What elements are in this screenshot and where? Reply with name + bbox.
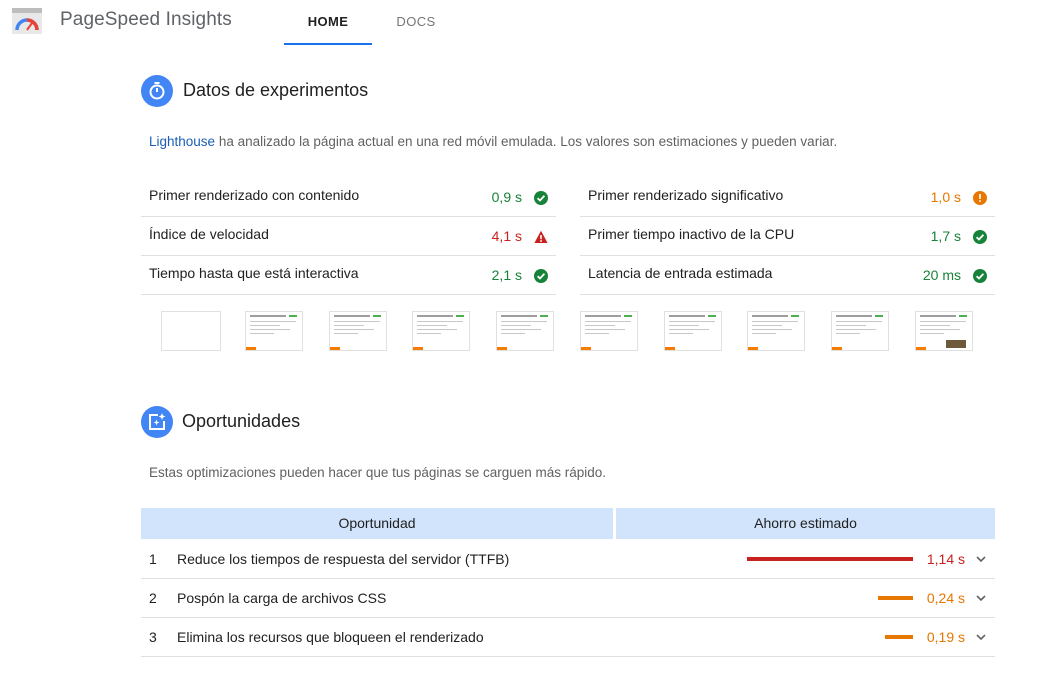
- filmstrip-frame: [329, 311, 387, 351]
- metric-label: Primer renderizado significativo: [588, 187, 784, 203]
- column-header-opportunity: Oportunidad: [141, 508, 613, 539]
- info-circle-icon: [973, 191, 987, 205]
- metric-label: Primer tiempo inactivo de la CPU: [588, 226, 795, 242]
- row-label: Pospón la carga de archivos CSS: [177, 590, 387, 606]
- savings-bar: [885, 635, 913, 639]
- metric-value: 20 ms: [922, 267, 961, 283]
- metric-label: Latencia de entrada estimada: [588, 265, 773, 281]
- filmstrip-frame: [915, 311, 973, 351]
- brand-title[interactable]: PageSpeed Insights: [60, 9, 232, 31]
- row-label: Elimina los recursos que bloqueen el ren…: [177, 629, 484, 645]
- top-bar: PageSpeed Insights HOME DOCS: [0, 0, 1054, 46]
- chevron-down-icon[interactable]: [975, 592, 987, 604]
- check-circle-icon: [534, 269, 548, 283]
- metric-value: 4,1 s: [491, 228, 522, 244]
- row-number: 3: [149, 629, 157, 645]
- filmstrip-frame: [496, 311, 554, 351]
- row-savings-value: 0,24 s: [926, 590, 965, 606]
- filmstrip-frame: [664, 311, 722, 351]
- check-circle-icon: [973, 230, 987, 244]
- metric-label: Índice de velocidad: [149, 226, 269, 242]
- active-tab-indicator: [284, 43, 372, 45]
- metric-value: 1,7 s: [930, 228, 961, 244]
- filmstrip-frame: [747, 311, 805, 351]
- opportunities-description: Estas optimizaciones pueden hacer que tu…: [149, 465, 607, 480]
- metric-value: 2,1 s: [491, 267, 522, 283]
- metric-fmp: Primer renderizado significativo 1,0 s: [580, 177, 995, 217]
- metric-fcp: Primer renderizado con contenido 0,9 s: [141, 177, 556, 217]
- tab-docs[interactable]: DOCS: [372, 14, 460, 29]
- metric-label: Tiempo hasta que está interactiva: [149, 265, 359, 281]
- opportunity-row-defer-css[interactable]: 2 Pospón la carga de archivos CSS 0,24 s: [141, 579, 995, 618]
- lab-section-title: Datos de experimentos: [183, 80, 369, 100]
- filmstrip-frame-blank: [161, 311, 221, 351]
- stopwatch-icon: [141, 75, 173, 107]
- metric-first-cpu-idle: Primer tiempo inactivo de la CPU 1,7 s: [580, 216, 995, 256]
- metric-tti: Tiempo hasta que está interactiva 2,1 s: [141, 255, 556, 295]
- lighthouse-link[interactable]: Lighthouse: [149, 134, 215, 149]
- filmstrip-frame: [580, 311, 638, 351]
- lab-description-text: ha analizado la página actual en una red…: [215, 134, 838, 149]
- opportunity-icon: [141, 406, 173, 438]
- filmstrip-frame: [831, 311, 889, 351]
- pagespeed-logo-icon: [12, 8, 42, 34]
- filmstrip-frame: [412, 311, 470, 351]
- row-label: Reduce los tiempos de respuesta del serv…: [177, 551, 510, 567]
- metric-input-latency: Latencia de entrada estimada 20 ms: [580, 255, 995, 295]
- row-number: 1: [149, 551, 157, 567]
- metric-speed-index: Índice de velocidad 4,1 s: [141, 216, 556, 256]
- warning-triangle-icon: [534, 230, 548, 243]
- row-number: 2: [149, 590, 157, 606]
- metric-value: 1,0 s: [930, 189, 961, 205]
- metric-value: 0,9 s: [491, 189, 522, 205]
- tab-home[interactable]: HOME: [284, 14, 372, 29]
- chevron-down-icon[interactable]: [975, 553, 987, 565]
- filmstrip-frame: [245, 311, 303, 351]
- opportunity-row-ttfb[interactable]: 1 Reduce los tiempos de respuesta del se…: [141, 540, 995, 579]
- metric-label: Primer renderizado con contenido: [149, 187, 360, 203]
- row-savings-value: 0,19 s: [926, 629, 965, 645]
- check-circle-icon: [973, 269, 987, 283]
- row-savings-value: 1,14 s: [926, 551, 965, 567]
- column-header-savings: Ahorro estimado: [616, 508, 995, 539]
- savings-bar: [747, 557, 913, 561]
- chevron-down-icon[interactable]: [975, 631, 987, 643]
- lab-description: Lighthouse ha analizado la página actual…: [149, 134, 837, 149]
- check-circle-icon: [534, 191, 548, 205]
- savings-bar: [878, 596, 913, 600]
- opportunities-section-title: Oportunidades: [182, 411, 301, 431]
- opportunity-row-render-blocking[interactable]: 3 Elimina los recursos que bloqueen el r…: [141, 618, 995, 657]
